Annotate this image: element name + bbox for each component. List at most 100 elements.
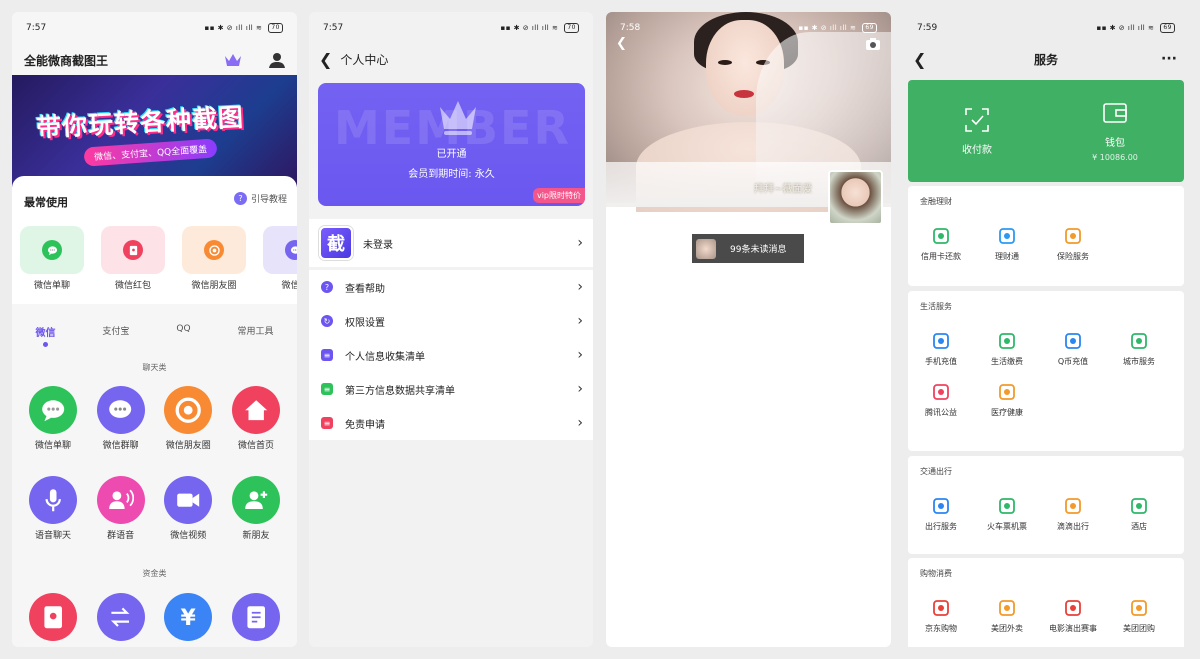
feature-label: 微信单聊 <box>34 441 71 451</box>
feature-item[interactable]: 微信首页 <box>225 386 287 451</box>
feature-item[interactable]: 微信群聊 <box>90 386 152 451</box>
finance-section: 金融理财 信用卡还款 理财通 保险服务 <box>908 186 1184 286</box>
tab-0[interactable]: 微信 <box>35 324 55 347</box>
menu-item[interactable]: ↻ 权限设置 › <box>309 304 593 338</box>
feature-label: 微信朋友圈 <box>165 441 211 451</box>
login-row[interactable]: 截 未登录 › <box>309 219 593 267</box>
most-used-title: 最常使用 <box>24 196 68 209</box>
service-item[interactable]: 理财通 <box>974 225 1040 262</box>
quick-item[interactable]: 微信朋友圈 <box>182 226 246 291</box>
question-icon: ? <box>233 192 247 205</box>
transfer-icon <box>96 593 145 641</box>
service-item[interactable]: 出行服务 <box>908 495 974 532</box>
more-icon[interactable]: ··· <box>1161 51 1177 67</box>
feature-item[interactable] <box>90 593 152 641</box>
feature-item[interactable]: 新朋友 <box>225 476 287 541</box>
feature-item[interactable] <box>225 593 287 641</box>
menu-item[interactable]: ≡ 免责申请 › <box>309 406 593 440</box>
wallet-panel: 收付款 钱包 ¥ 10086.00 <box>908 80 1184 182</box>
status-time: 7:59 <box>917 23 938 33</box>
disclaimer-icon: ≡ <box>321 417 333 429</box>
service-item[interactable]: Q币充值 <box>1040 330 1106 367</box>
back-arrow-icon[interactable]: ❮ <box>616 36 627 51</box>
credit-card-icon <box>933 228 949 244</box>
user-icon[interactable] <box>269 52 285 68</box>
share-list-icon: ≡ <box>321 383 333 395</box>
status-time: 7:57 <box>26 23 47 33</box>
phone-screen-moments: 7:58 ▪▪ ✱ ⊘ ıll ıll ≋ 69 ❮ 拜拜~薇面爱 99条未读消… <box>606 12 891 647</box>
feature-item[interactable]: ¥ <box>157 593 219 641</box>
feature-item[interactable]: 微信视频 <box>157 476 219 541</box>
feature-label: 微信群聊 <box>102 441 139 451</box>
promo-banner[interactable]: 带你玩转各种截图 微信、支付宝、QQ全面覆盖 <box>12 75 297 187</box>
travel-icon <box>933 498 949 514</box>
tab-2[interactable]: QQ <box>176 324 190 339</box>
travel-row: 出行服务 火车票机票 滴滴出行 酒店 <box>908 477 1184 532</box>
feature-item[interactable]: 群语音 <box>90 476 152 541</box>
section-title: 金融理财 <box>920 197 952 206</box>
battery-icon: 70 <box>564 23 579 33</box>
quick-item-tile <box>263 226 297 274</box>
back-arrow-icon[interactable]: ❮ <box>913 50 926 69</box>
feature-item[interactable]: 语音聊天 <box>22 476 84 541</box>
avatar[interactable] <box>828 170 883 225</box>
nav-bar: ❮ 服务 ··· <box>903 44 1189 74</box>
meituan-group-icon <box>1131 600 1147 616</box>
feature-item[interactable] <box>22 593 84 641</box>
service-item[interactable]: 火车票机票 <box>974 495 1040 532</box>
menu-item[interactable]: ? 查看帮助 › <box>309 270 593 304</box>
app-title: 全能微商截图王 <box>24 53 109 68</box>
money-grid-row: ¥ <box>22 593 287 641</box>
movie-icon <box>1065 600 1081 616</box>
bill-icon <box>231 593 280 641</box>
service-label: Q币充值 <box>1057 357 1089 366</box>
phone-screen-profile: 7:57 ▪▪ ✱ ⊘ ıll ıll ≋ 70 ❮ 个人中心 MEMBER 已… <box>309 12 593 647</box>
service-item[interactable]: 滴滴出行 <box>1040 495 1106 532</box>
shopping-section: 购物消费 京东购物 美团外卖 电影演出赛事 美团团购 <box>908 558 1184 647</box>
quick-item[interactable]: 微信单聊 <box>20 226 84 291</box>
service-item[interactable]: 信用卡还款 <box>908 225 974 262</box>
feature-item[interactable]: 微信朋友圈 <box>157 386 219 451</box>
service-item[interactable]: 美团外卖 <box>974 597 1040 634</box>
feature-label: 微信首页 <box>237 441 274 451</box>
crown-icon[interactable] <box>223 52 243 68</box>
service-item[interactable]: 生活缴费 <box>974 330 1040 367</box>
menu-item[interactable]: ≡ 第三方信息数据共享清单 › <box>309 372 593 406</box>
guide-link[interactable]: ? 引导教程 <box>233 192 287 205</box>
service-label: 信用卡还款 <box>921 252 961 261</box>
tab-3[interactable]: 常用工具 <box>237 324 273 339</box>
category-money-label: 资金类 <box>142 569 167 578</box>
service-item[interactable]: 酒店 <box>1106 495 1172 532</box>
feature-item[interactable]: 微信单聊 <box>22 386 84 451</box>
service-label: 保险服务 <box>1057 252 1089 261</box>
tab-1[interactable]: 支付宝 <box>102 324 129 339</box>
back-arrow-icon[interactable]: ❮ <box>319 50 332 69</box>
menu-item-label: 权限设置 <box>345 317 385 329</box>
wallet-button[interactable]: 钱包 ¥ 10086.00 <box>1046 80 1184 182</box>
menu-item[interactable]: ≡ 个人信息收集清单 › <box>309 338 593 372</box>
service-item[interactable]: 医疗健康 <box>974 381 1040 418</box>
status-icons: ▪▪ ✱ ⊘ ıll ıll ≋ 70 <box>204 23 283 33</box>
pay-receive-button[interactable]: 收付款 <box>908 80 1046 182</box>
unread-messages-button[interactable]: 99条未读消息 <box>692 234 804 263</box>
finance-row: 信用卡还款 理财通 保险服务 <box>908 207 1184 262</box>
vip-promo-tag[interactable]: vip限时特价 <box>532 188 585 203</box>
service-item[interactable]: 手机充值 <box>908 330 974 367</box>
quick-item[interactable]: 微信红包 <box>101 226 165 291</box>
quick-item[interactable]: 微信群 <box>263 226 297 291</box>
battery-icon: 70 <box>268 23 283 33</box>
service-item[interactable]: 京东购物 <box>908 597 974 634</box>
service-item[interactable]: 保险服务 <box>1040 225 1106 262</box>
quick-item-label: 微信群 <box>281 281 297 291</box>
guide-label: 引导教程 <box>250 195 287 205</box>
service-item[interactable]: 腾讯公益 <box>908 381 974 418</box>
service-item[interactable]: 城市服务 <box>1106 330 1172 367</box>
camera-icon[interactable] <box>866 38 880 50</box>
service-item[interactable]: 电影演出赛事 <box>1040 597 1106 634</box>
service-item[interactable]: 美团团购 <box>1106 597 1172 634</box>
feature-label: 语音聊天 <box>34 531 71 541</box>
life-row: 手机充值 生活缴费 Q币充值 城市服务 <box>908 312 1184 367</box>
banner-title: 带你玩转各种截图 <box>35 102 245 143</box>
member-card[interactable]: MEMBER 已开通 会员到期时间: 永久 vip限时特价 <box>318 83 585 206</box>
chevron-right-icon: › <box>577 381 583 397</box>
